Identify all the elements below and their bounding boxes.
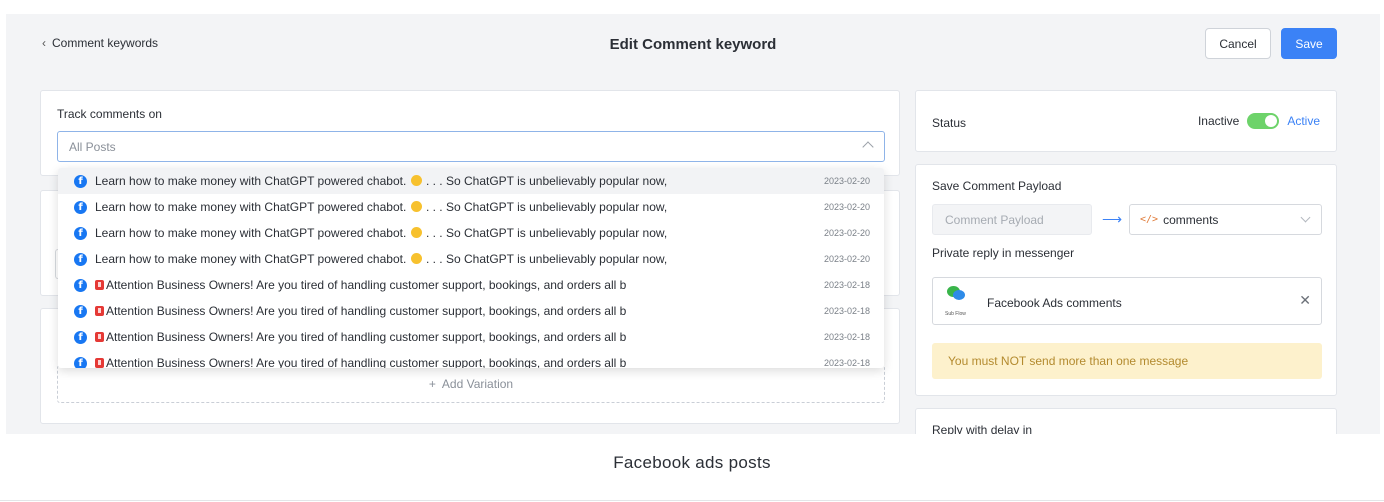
post-text: Learn how to make money with ChatGPT pow… xyxy=(95,174,410,188)
add-variation-label: Add Variation xyxy=(441,377,514,391)
status-toggle[interactable] xyxy=(1247,113,1280,129)
track-comments-label: Track comments on xyxy=(57,107,162,121)
post-text: Attention Business Owners! Are you tired… xyxy=(106,304,627,318)
payload-card: Save Comment Payload Comment Payload ⟶ <… xyxy=(915,164,1337,396)
chevron-left-icon: ‹ xyxy=(42,36,46,50)
smile-emoji-icon xyxy=(410,253,422,264)
post-option[interactable]: f Learn how to make money with ChatGPT po… xyxy=(58,220,884,246)
post-text-continued: . . . So ChatGPT is unbelievably popular… xyxy=(422,200,668,214)
cancel-button[interactable]: Cancel xyxy=(1205,28,1271,59)
figure-caption: Facebook ads posts xyxy=(613,453,771,472)
post-date: 2023-02-18 xyxy=(823,358,870,368)
arrow-right-icon: ⟶ xyxy=(1102,211,1123,227)
status-card: Status Inactive Active xyxy=(915,90,1337,152)
top-bar: ‹ Comment keywords Edit Comment keyword … xyxy=(6,14,1380,78)
post-option-text: Attention Business Owners! Are you tired… xyxy=(95,304,814,318)
active-label: Active xyxy=(1287,114,1320,128)
post-date: 2023-02-20 xyxy=(823,176,870,186)
page-title: Edit Comment keyword xyxy=(609,36,777,53)
facebook-icon: f xyxy=(74,330,87,344)
chevron-up-icon xyxy=(862,141,874,153)
alert-emoji-icon xyxy=(95,306,104,316)
post-option-text: Learn how to make money with ChatGPT pow… xyxy=(95,174,814,188)
post-text: Attention Business Owners! Are you tired… xyxy=(106,356,627,368)
smile-emoji-icon xyxy=(410,201,422,212)
posts-select-value: All Posts xyxy=(69,139,116,154)
add-variation-button[interactable]: + Add Variation xyxy=(57,365,885,403)
facebook-icon: f xyxy=(74,252,87,266)
post-text: Attention Business Owners! Are you tired… xyxy=(106,278,627,292)
smile-emoji-icon xyxy=(410,227,422,238)
post-date: 2023-02-20 xyxy=(823,228,870,238)
post-text: Learn how to make money with ChatGPT pow… xyxy=(95,252,410,266)
alert-emoji-icon xyxy=(95,358,104,368)
post-option-text: Attention Business Owners! Are you tired… xyxy=(95,330,814,344)
post-option[interactable]: f Learn how to make money with ChatGPT po… xyxy=(58,168,884,194)
post-date: 2023-02-18 xyxy=(823,306,870,316)
app-screenshot: ‹ Comment keywords Edit Comment keyword … xyxy=(6,14,1380,434)
post-text: Learn how to make money with ChatGPT pow… xyxy=(95,200,410,214)
posts-select[interactable]: All Posts xyxy=(57,131,885,162)
subflow-card[interactable]: Sub Flow Facebook Ads comments ✕ xyxy=(932,277,1322,325)
status-toggle-group: Inactive Active xyxy=(1198,113,1320,129)
facebook-icon: f xyxy=(74,226,87,240)
payload-variable-value: comments xyxy=(1163,212,1219,227)
post-option-text: Learn how to make money with ChatGPT pow… xyxy=(95,200,814,214)
post-option-text: Attention Business Owners! Are you tired… xyxy=(95,278,814,292)
delay-label: Reply with delay in xyxy=(932,423,1033,434)
posts-dropdown: f Learn how to make money with ChatGPT po… xyxy=(58,168,884,368)
track-comments-card: Track comments on All Posts xyxy=(40,90,900,176)
facebook-icon: f xyxy=(74,200,87,214)
post-option-text: Learn how to make money with ChatGPT pow… xyxy=(95,252,814,266)
payload-label: Save Comment Payload xyxy=(932,179,1062,193)
divider xyxy=(0,500,1384,501)
post-text: Attention Business Owners! Are you tired… xyxy=(106,330,627,344)
post-option[interactable]: f Attention Business Owners! Are you tire… xyxy=(58,298,884,324)
facebook-icon: f xyxy=(74,304,87,318)
post-date: 2023-02-20 xyxy=(823,254,870,264)
delay-card: Reply with delay in xyxy=(915,408,1337,434)
post-option-text: Attention Business Owners! Are you tired… xyxy=(95,356,814,368)
post-date: 2023-02-18 xyxy=(823,280,870,290)
warning-banner: You must NOT send more than one message xyxy=(932,343,1322,379)
payload-variable-select[interactable]: </> comments xyxy=(1129,204,1322,235)
post-text: Learn how to make money with ChatGPT pow… xyxy=(95,226,410,240)
facebook-icon: f xyxy=(74,278,87,292)
chat-bubbles-icon xyxy=(947,286,965,301)
facebook-icon: f xyxy=(74,356,87,368)
alert-emoji-icon xyxy=(95,332,104,342)
post-date: 2023-02-18 xyxy=(823,332,870,342)
post-option-text: Learn how to make money with ChatGPT pow… xyxy=(95,226,814,240)
post-text-continued: . . . So ChatGPT is unbelievably popular… xyxy=(422,226,668,240)
post-date: 2023-02-20 xyxy=(823,202,870,212)
smile-emoji-icon xyxy=(410,175,422,186)
comment-payload-input[interactable]: Comment Payload xyxy=(932,204,1092,235)
post-text-continued: . . . So ChatGPT is unbelievably popular… xyxy=(422,174,668,188)
chevron-down-icon xyxy=(1300,212,1311,223)
post-option[interactable]: f Attention Business Owners! Are you tire… xyxy=(58,324,884,350)
private-reply-label: Private reply in messenger xyxy=(932,246,1075,260)
alert-emoji-icon xyxy=(95,280,104,290)
code-icon: </> xyxy=(1140,214,1159,225)
post-option[interactable]: f Learn how to make money with ChatGPT po… xyxy=(58,194,884,220)
inactive-label: Inactive xyxy=(1197,114,1240,128)
save-button[interactable]: Save xyxy=(1281,28,1337,59)
plus-icon: + xyxy=(428,377,436,391)
subflow-name: Facebook Ads comments xyxy=(987,296,1122,310)
status-label: Status xyxy=(932,116,967,130)
post-text-continued: . . . So ChatGPT is unbelievably popular… xyxy=(422,252,668,266)
back-link-label: Comment keywords xyxy=(52,36,159,50)
post-option[interactable]: f Attention Business Owners! Are you tire… xyxy=(58,350,884,368)
close-icon[interactable]: ✕ xyxy=(1299,292,1311,309)
back-link[interactable]: ‹ Comment keywords xyxy=(42,36,158,50)
subflow-tag: Sub Flow xyxy=(945,311,966,317)
facebook-icon: f xyxy=(74,174,87,188)
post-option[interactable]: f Attention Business Owners! Are you tire… xyxy=(58,272,884,298)
post-option[interactable]: f Learn how to make money with ChatGPT po… xyxy=(58,246,884,272)
